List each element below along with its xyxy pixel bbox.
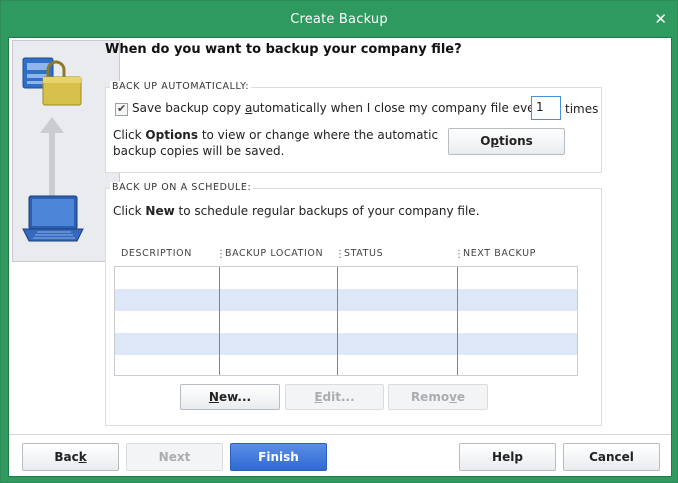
edit-button[interactable]: Edit... (285, 384, 384, 410)
column-divider (457, 267, 458, 375)
table-row[interactable] (115, 267, 577, 289)
create-backup-window: Create Backup ✕ When do you want to back… (0, 0, 678, 483)
auto-backup-group: BACK UP AUTOMATICALLY: ✔ Save backup cop… (105, 81, 602, 173)
help-button[interactable]: Help (459, 443, 556, 471)
schedule-backup-group: BACK UP ON A SCHEDULE: Click New to sche… (105, 182, 602, 426)
column-header-next-backup[interactable]: NEXT BACKUP (463, 248, 536, 259)
column-header-description[interactable]: DESCRIPTION (121, 248, 192, 259)
auto-backup-group-label: BACK UP AUTOMATICALLY: (110, 81, 252, 92)
schedule-group-label: BACK UP ON A SCHEDULE: (110, 182, 254, 193)
column-header-backup-location[interactable]: BACKUP LOCATION (225, 248, 323, 259)
column-header-status[interactable]: STATUS (344, 248, 383, 259)
table-row[interactable] (115, 355, 577, 375)
illustration-panel (12, 40, 120, 262)
schedule-table[interactable] (114, 266, 578, 376)
window-title: Create Backup (290, 12, 388, 27)
backup-illustration (22, 57, 84, 242)
arrow-up-icon (40, 117, 64, 196)
table-row[interactable] (115, 289, 577, 311)
back-button[interactable]: Back (22, 443, 119, 471)
table-row[interactable] (115, 333, 577, 355)
column-divider (219, 267, 220, 375)
new-button[interactable]: New... (180, 384, 280, 410)
lock-icon (42, 60, 82, 106)
options-info-line2: backup copies will be saved. (113, 144, 285, 158)
laptop-icon (22, 195, 84, 242)
dialog-body: When do you want to backup your company … (8, 37, 672, 477)
auto-backup-checkbox-label[interactable]: Save backup copy automatically when I cl… (132, 101, 547, 115)
auto-backup-checkbox[interactable]: ✔ (115, 102, 128, 116)
title-bar[interactable]: Create Backup ✕ (1, 1, 677, 37)
schedule-info: Click New to schedule regular backups of… (113, 204, 480, 218)
page-title: When do you want to backup your company … (105, 42, 462, 57)
finish-button[interactable]: Finish (230, 443, 327, 471)
backup-frequency-input[interactable]: 1 (531, 96, 561, 120)
table-row[interactable] (115, 311, 577, 333)
close-icon[interactable]: ✕ (654, 10, 667, 28)
cancel-button[interactable]: Cancel (563, 443, 660, 471)
next-button[interactable]: Next (126, 443, 223, 471)
remove-button[interactable]: Remove (388, 384, 488, 410)
options-button[interactable]: Options (448, 128, 565, 155)
checkmark-icon: ✔ (117, 102, 127, 115)
footer-divider (9, 434, 671, 435)
times-label: times (565, 102, 599, 116)
column-divider (337, 267, 338, 375)
options-info-line1: Click Options to view or change where th… (113, 128, 439, 142)
